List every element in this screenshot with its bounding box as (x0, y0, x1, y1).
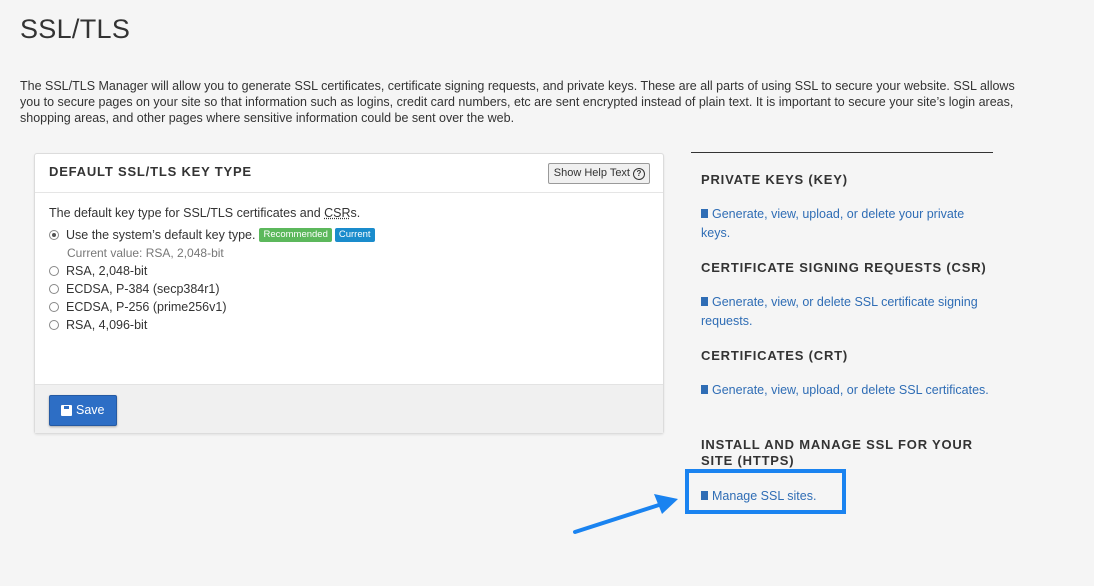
radio-rsa-4096[interactable] (49, 320, 59, 330)
section-private-keys: PRIVATE KEYS (KEY) Generate, view, uploa… (701, 172, 993, 243)
option-ecdsa-p256[interactable]: ECDSA, P-256 (prime256v1) (49, 298, 649, 316)
link-text[interactable]: Generate, view, or delete SSL certificat… (701, 295, 978, 328)
description-suffix: s. (350, 206, 361, 220)
sidebar-divider (691, 152, 993, 153)
option-label: RSA, 4,096-bit (66, 318, 148, 332)
question-circle-icon: ? (633, 167, 645, 180)
file-icon (701, 385, 708, 394)
page-title: SSL/TLS (20, 14, 131, 44)
csr-abbr: CSR (324, 206, 351, 220)
option-label: ECDSA, P-384 (secp384r1) (66, 282, 220, 296)
radio-system-default[interactable] (49, 230, 59, 240)
highlight-box (685, 469, 846, 514)
option-ecdsa-p384[interactable]: ECDSA, P-384 (secp384r1) (49, 280, 649, 298)
intro-text: The SSL/TLS Manager will allow you to ge… (20, 79, 1015, 125)
option-rsa-2048[interactable]: RSA, 2,048-bit (49, 262, 649, 280)
certificates-link[interactable]: Generate, view, upload, or delete SSL ce… (701, 381, 993, 400)
help-button-label: Show Help Text (553, 167, 630, 179)
current-badge: Current (334, 228, 375, 242)
floppy-disk-icon (61, 405, 72, 416)
key-type-description: The default key type for SSL/TLS certifi… (49, 206, 649, 220)
csr-link[interactable]: Generate, view, or delete SSL certificat… (701, 293, 993, 331)
section-heading: CERTIFICATE SIGNING REQUESTS (CSR) (701, 260, 987, 275)
panel-header: DEFAULT SSL/TLS KEY TYPE Show Help Text … (35, 154, 663, 193)
recommended-badge: Recommended (259, 228, 332, 242)
save-button[interactable]: Save (49, 395, 117, 426)
option-system-default[interactable]: Use the system’s default key type. Recom… (49, 226, 649, 244)
key-type-options: Use the system’s default key type. Recom… (49, 226, 649, 334)
option-label: RSA, 2,048-bit (66, 264, 148, 278)
save-button-label: Save (76, 403, 105, 417)
option-label: ECDSA, P-256 (prime256v1) (66, 300, 227, 314)
default-key-type-panel: DEFAULT SSL/TLS KEY TYPE Show Help Text … (34, 153, 664, 434)
panel-body: The default key type for SSL/TLS certifi… (49, 206, 649, 334)
link-text[interactable]: Generate, view, upload, or delete SSL ce… (712, 383, 989, 397)
private-keys-link[interactable]: Generate, view, upload, or delete your p… (701, 205, 993, 243)
panel-footer: Save (35, 384, 663, 433)
section-heading: PRIVATE KEYS (KEY) (701, 172, 848, 187)
option-label: Use the system’s default key type. (66, 228, 256, 242)
pointer-arrow-icon (573, 494, 678, 534)
panel-title: DEFAULT SSL/TLS KEY TYPE (49, 164, 252, 179)
file-icon (701, 297, 708, 306)
description-prefix: The default key type for SSL/TLS certifi… (49, 206, 325, 220)
section-certificates: CERTIFICATES (CRT) Generate, view, uploa… (701, 348, 993, 400)
show-help-text-button[interactable]: Show Help Text ? (547, 163, 650, 184)
radio-ecdsa-p256[interactable] (49, 302, 59, 312)
current-value-text: Current value: RSA, 2,048-bit (67, 246, 224, 260)
option-rsa-4096[interactable]: RSA, 4,096-bit (49, 316, 649, 334)
section-heading: CERTIFICATES (CRT) (701, 348, 849, 363)
file-icon (701, 209, 708, 218)
radio-rsa-2048[interactable] (49, 266, 59, 276)
section-csr: CERTIFICATE SIGNING REQUESTS (CSR) Gener… (701, 260, 993, 331)
radio-ecdsa-p384[interactable] (49, 284, 59, 294)
section-heading: INSTALL AND MANAGE SSL FOR YOUR SITE (HT… (701, 437, 973, 468)
sidebar: PRIVATE KEYS (KEY) Generate, view, uploa… (691, 152, 993, 503)
link-text[interactable]: Generate, view, upload, or delete your p… (701, 207, 964, 240)
